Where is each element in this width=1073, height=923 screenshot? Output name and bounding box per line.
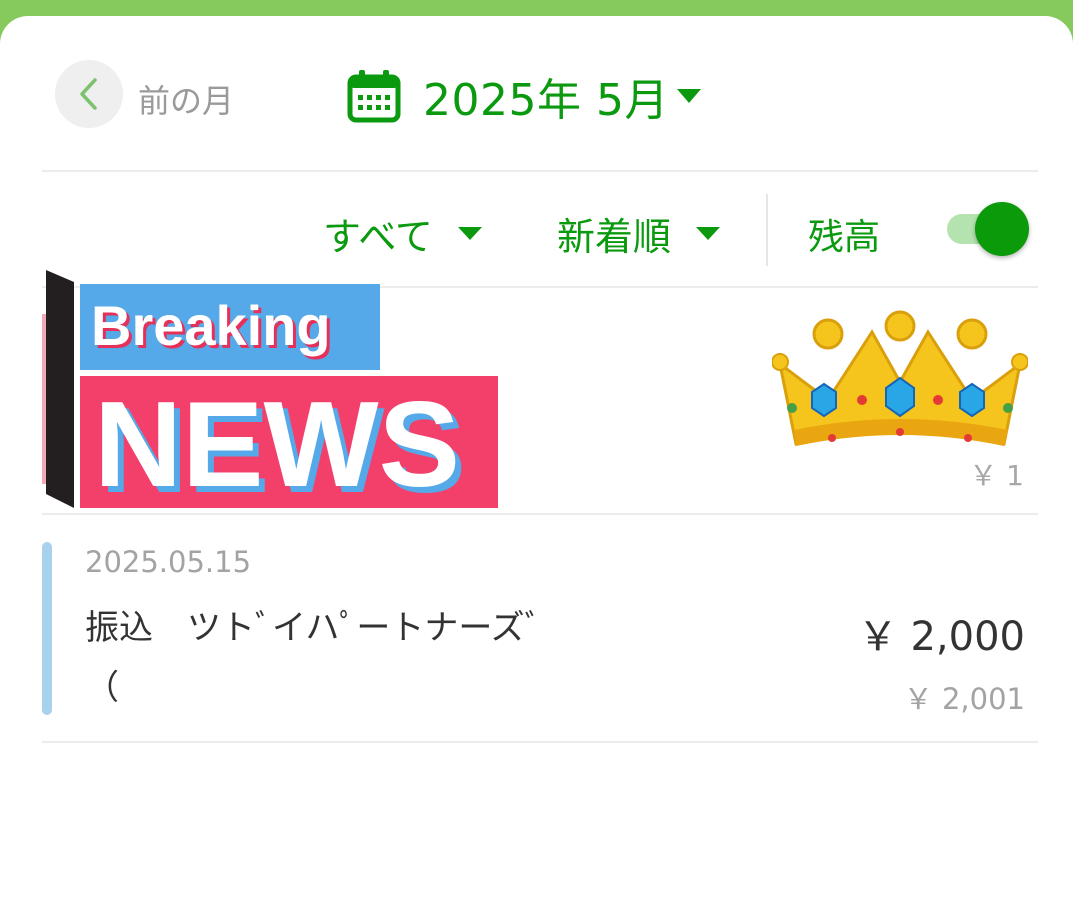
month-selector[interactable]: 2025年 5月 — [347, 64, 703, 128]
banner-amount: ￥ 1 — [969, 459, 1024, 492]
chevron-down-icon — [676, 89, 701, 103]
chevron-down-icon — [696, 226, 721, 240]
vertical-divider — [766, 194, 768, 266]
breaking-news-graphic: Breaking Breaking NEWS NEWS — [42, 270, 498, 512]
breaking-text: Breaking — [91, 294, 331, 357]
balance-toggle[interactable] — [945, 202, 1031, 256]
previous-month-label[interactable]: 前の月 — [138, 76, 234, 122]
calendar-icon — [347, 70, 401, 123]
transaction-amount: ￥ 2,000 — [857, 614, 1025, 660]
transaction-balance: ￥ 2,001 — [903, 682, 1025, 716]
divider — [42, 741, 1038, 743]
divider — [42, 170, 1038, 172]
crown-icon — [772, 310, 1028, 446]
transaction-description: 振込 ツトﾞイハﾟートナーズﾞ（ — [85, 608, 542, 708]
news-text: NEWS — [94, 376, 460, 512]
divider — [42, 513, 1038, 515]
transaction-date: 2025.05.15 — [85, 545, 252, 579]
toggle-knob — [975, 202, 1029, 256]
month-label: 2025年 5月 — [423, 75, 669, 126]
chevron-left-icon — [80, 78, 97, 110]
transaction-marker — [42, 542, 52, 715]
sort-filter-label: 新着順 — [557, 215, 672, 259]
category-filter[interactable]: すべて — [323, 206, 483, 261]
banner-row[interactable]: Breaking Breaking NEWS NEWS ￥ 1 — [42, 268, 1038, 512]
chevron-down-icon — [457, 226, 482, 240]
balance-toggle-label: 残高 — [808, 217, 881, 258]
previous-month-button[interactable] — [55, 60, 123, 128]
sort-filter[interactable]: 新着順 — [557, 206, 721, 261]
category-filter-label: すべて — [323, 215, 433, 259]
